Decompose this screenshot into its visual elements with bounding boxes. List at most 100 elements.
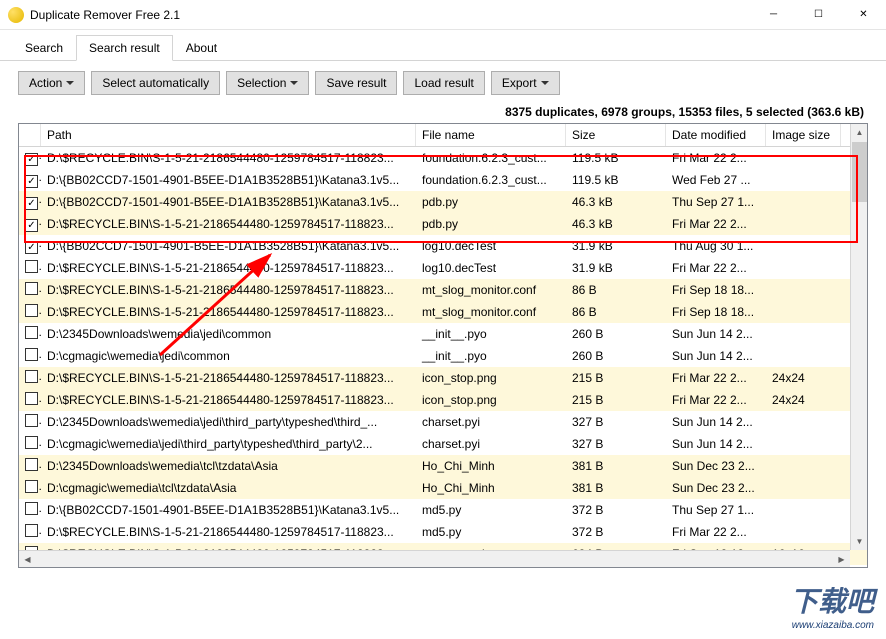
row-checkbox[interactable]: ✓ (25, 241, 38, 254)
row-checkbox[interactable]: ✓ (25, 219, 38, 232)
cell-path: D:\$RECYCLE.BIN\S-1-5-21-2186544480-1259… (41, 393, 416, 407)
cell-path: D:\{BB02CCD7-1501-4901-B5EE-D1A1B3528B51… (41, 239, 416, 253)
row-checkbox[interactable]: ✓ (25, 153, 38, 166)
cell-filename: log10.decTest (416, 239, 566, 253)
table-row[interactable]: D:\cgmagic\wemedia\jedi\third_party\type… (19, 433, 867, 455)
vertical-scrollbar[interactable]: ▲ ▼ (850, 124, 867, 550)
cell-path: D:\cgmagic\wemedia\tcl\tzdata\Asia (41, 481, 416, 495)
cell-size: 86 B (566, 283, 666, 297)
minimize-button[interactable]: ─ (751, 0, 796, 29)
close-button[interactable]: ✕ (841, 0, 886, 29)
table-row[interactable]: ✓D:\{BB02CCD7-1501-4901-B5EE-D1A1B3528B5… (19, 191, 867, 213)
table-row[interactable]: D:\$RECYCLE.BIN\S-1-5-21-2186544480-1259… (19, 279, 867, 301)
table-row[interactable]: ✓D:\$RECYCLE.BIN\S-1-5-21-2186544480-125… (19, 147, 867, 169)
tab-search[interactable]: Search (12, 35, 76, 61)
table-row[interactable]: D:\{BB02CCD7-1501-4901-B5EE-D1A1B3528B51… (19, 499, 867, 521)
column-size[interactable]: Size (566, 124, 666, 146)
titlebar: Duplicate Remover Free 2.1 ─ ☐ ✕ (0, 0, 886, 30)
row-checkbox[interactable] (25, 524, 38, 537)
cell-path: D:\2345Downloads\wemedia\jedi\common (41, 327, 416, 341)
table-row[interactable]: ✓D:\$RECYCLE.BIN\S-1-5-21-2186544480-125… (19, 213, 867, 235)
cell-filename: pdb.py (416, 217, 566, 231)
column-filename[interactable]: File name (416, 124, 566, 146)
cell-filename: pdb.py (416, 195, 566, 209)
row-checkbox[interactable] (25, 370, 38, 383)
table-row[interactable]: D:\2345Downloads\wemedia\jedi\third_part… (19, 411, 867, 433)
table-row[interactable]: D:\2345Downloads\wemedia\tcl\tzdata\Asia… (19, 455, 867, 477)
table-row[interactable]: D:\$RECYCLE.BIN\S-1-5-21-2186544480-1259… (19, 521, 867, 543)
cell-filename: log10.decTest (416, 261, 566, 275)
table-row[interactable]: ✓D:\{BB02CCD7-1501-4901-B5EE-D1A1B3528B5… (19, 235, 867, 257)
row-checkbox[interactable] (25, 436, 38, 449)
tab-search-result[interactable]: Search result (76, 35, 173, 61)
row-checkbox[interactable] (25, 304, 38, 317)
table-row[interactable]: ✓D:\{BB02CCD7-1501-4901-B5EE-D1A1B3528B5… (19, 169, 867, 191)
load-result-button[interactable]: Load result (403, 71, 484, 95)
row-checkbox[interactable] (25, 458, 38, 471)
cell-filename: __init__.pyo (416, 327, 566, 341)
maximize-button[interactable]: ☐ (796, 0, 841, 29)
row-checkbox[interactable]: ✓ (25, 175, 38, 188)
cell-size: 86 B (566, 305, 666, 319)
status-line: 8375 duplicates, 6978 groups, 15353 file… (0, 105, 886, 123)
select-automatically-button[interactable]: Select automatically (91, 71, 220, 95)
cell-filename: __init__.pyo (416, 349, 566, 363)
cell-date: Fri Mar 22 2... (666, 217, 766, 231)
cell-size: 381 B (566, 459, 666, 473)
chevron-down-icon (541, 81, 549, 85)
scroll-thumb[interactable] (852, 142, 867, 202)
action-button[interactable]: Action (18, 71, 85, 95)
cell-date: Fri Sep 18 18... (666, 283, 766, 297)
horizontal-scrollbar[interactable]: ◀ ▶ (19, 550, 850, 567)
cell-path: D:\$RECYCLE.BIN\S-1-5-21-2186544480-1259… (41, 371, 416, 385)
cell-date: Fri Mar 22 2... (666, 393, 766, 407)
row-checkbox[interactable] (25, 348, 38, 361)
cell-filename: md5.py (416, 503, 566, 517)
grid-body[interactable]: ✓ D:\$RECYCLE.BIN\S-1-5-21-2186544480-125… (19, 147, 867, 567)
row-checkbox[interactable]: ✓ (25, 197, 38, 210)
row-checkbox[interactable] (25, 282, 38, 295)
row-checkbox[interactable] (25, 260, 38, 273)
table-row[interactable]: D:\cgmagic\wemedia\jedi\common__init__.p… (19, 345, 867, 367)
cell-size: 46.3 kB (566, 195, 666, 209)
table-row[interactable]: D:\cgmagic\wemedia\tcl\tzdata\AsiaHo_Chi… (19, 477, 867, 499)
cell-size: 119.5 kB (566, 151, 666, 165)
scroll-up-icon[interactable]: ▲ (851, 124, 868, 141)
row-checkbox[interactable] (25, 392, 38, 405)
cell-filename: charset.pyi (416, 437, 566, 451)
cell-image-size: 24x24 (766, 393, 841, 407)
row-checkbox[interactable] (25, 502, 38, 515)
scroll-left-icon[interactable]: ◀ (19, 551, 36, 568)
table-row[interactable]: D:\$RECYCLE.BIN\S-1-5-21-2186544480-1259… (19, 257, 867, 279)
cell-size: 260 B (566, 349, 666, 363)
cell-date: Fri Mar 22 2... (666, 151, 766, 165)
tab-about[interactable]: About (173, 35, 230, 61)
table-row[interactable]: D:\2345Downloads\wemedia\jedi\common__in… (19, 323, 867, 345)
cell-size: 381 B (566, 481, 666, 495)
cell-date: Sun Dec 23 2... (666, 481, 766, 495)
cell-filename: Ho_Chi_Minh (416, 481, 566, 495)
row-checkbox[interactable] (25, 326, 38, 339)
row-checkbox[interactable] (25, 414, 38, 427)
table-row[interactable]: D:\$RECYCLE.BIN\S-1-5-21-2186544480-1259… (19, 301, 867, 323)
scroll-down-icon[interactable]: ▼ (851, 533, 868, 550)
cell-path: D:\{BB02CCD7-1501-4901-B5EE-D1A1B3528B51… (41, 173, 416, 187)
row-checkbox[interactable] (25, 480, 38, 493)
export-button[interactable]: Export (491, 71, 560, 95)
save-result-button[interactable]: Save result (315, 71, 397, 95)
chevron-down-icon (290, 81, 298, 85)
selection-button[interactable]: Selection (226, 71, 309, 95)
cell-path: D:\$RECYCLE.BIN\S-1-5-21-2186544480-1259… (41, 283, 416, 297)
column-checkbox[interactable] (19, 124, 41, 146)
column-date[interactable]: Date modified (666, 124, 766, 146)
cell-filename: md5.py (416, 525, 566, 539)
cell-path: D:\cgmagic\wemedia\jedi\third_party\type… (41, 437, 416, 451)
cell-filename: foundation.6.2.3_cust... (416, 151, 566, 165)
scroll-right-icon[interactable]: ▶ (833, 551, 850, 568)
column-path[interactable]: Path (41, 124, 416, 146)
column-image-size[interactable]: Image size (766, 124, 841, 146)
cell-filename: charset.pyi (416, 415, 566, 429)
table-row[interactable]: D:\$RECYCLE.BIN\S-1-5-21-2186544480-1259… (19, 367, 867, 389)
table-row[interactable]: D:\$RECYCLE.BIN\S-1-5-21-2186544480-1259… (19, 389, 867, 411)
cell-path: D:\cgmagic\wemedia\jedi\common (41, 349, 416, 363)
